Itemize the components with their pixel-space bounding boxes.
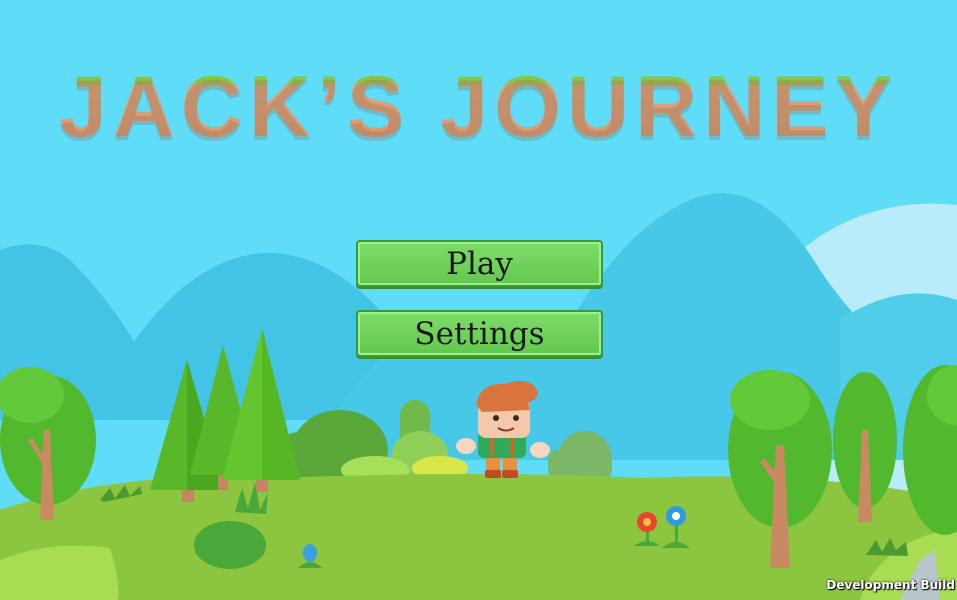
development-build-label: Development Build [826,578,955,592]
game-title: JACK’S JOURNEY [0,58,957,157]
play-button[interactable]: Play [356,240,603,287]
settings-button[interactable]: Settings [356,310,603,357]
